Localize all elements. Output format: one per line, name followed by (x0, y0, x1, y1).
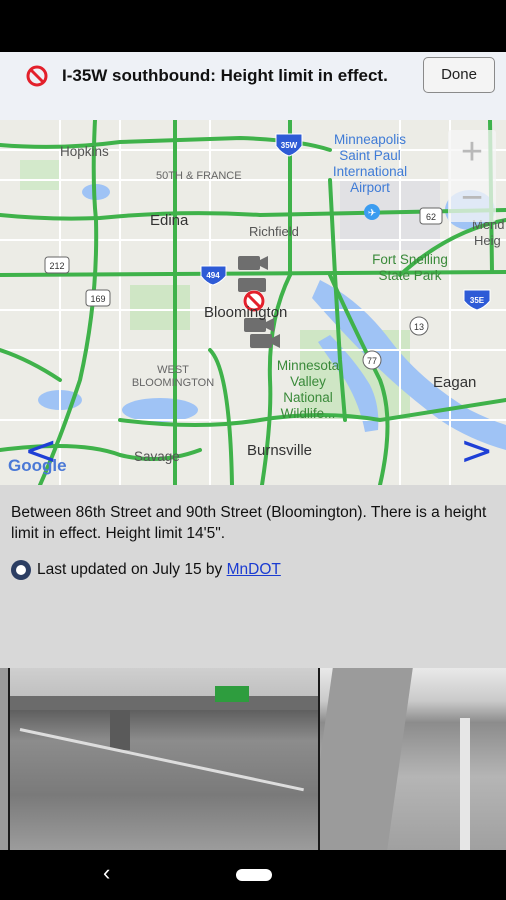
route-shield-169: 169 (85, 289, 111, 307)
svg-text:169: 169 (90, 294, 105, 304)
status-bar (0, 0, 506, 52)
route-shield-212: 212 (44, 256, 70, 274)
route-shield-13: 13 (409, 316, 429, 336)
map-label-west-bloomington: WEST BLOOMINGTON (131, 364, 215, 389)
lake (122, 398, 198, 422)
zoom-in-button[interactable]: + (448, 130, 496, 176)
map-label-eagan: Eagan (433, 374, 477, 391)
median-barrier (460, 718, 470, 850)
map-label-fort-snelling: Fort Snelling State Park (372, 252, 448, 283)
map-label-richfield: Richfield (249, 224, 299, 239)
zoom-out-button[interactable]: − (448, 176, 496, 222)
route-shield-77: 77 (362, 350, 382, 370)
no-entry-icon (26, 65, 48, 87)
svg-text:212: 212 (49, 261, 64, 271)
map-label-savage: Savage (134, 449, 180, 464)
back-nav-icon[interactable]: ‹ (103, 860, 110, 886)
last-updated-row: Last updated on July 15 by MnDOT (11, 558, 281, 582)
park-area (130, 285, 190, 330)
svg-text:494: 494 (206, 271, 220, 280)
alert-description: Between 86th Street and 90th Street (Blo… (11, 504, 487, 542)
previous-arrow-icon[interactable]: < (24, 428, 58, 474)
svg-text:77: 77 (367, 356, 377, 366)
park-area (20, 160, 60, 190)
mndot-link[interactable]: MnDOT (227, 561, 281, 578)
camera-image-partial[interactable] (0, 668, 8, 850)
map-label-hopkins: Hopkins (60, 144, 109, 159)
map-label-bloomington: Bloomington (204, 304, 288, 321)
map-label-minneapolis: Minneapolis Saint Paul International Air… (332, 132, 408, 195)
lane-line (19, 728, 304, 792)
airplane-icon: ✈ (368, 208, 376, 219)
camera-image-1[interactable] (10, 668, 318, 850)
traffic-map[interactable]: 35W 494 35E 212 169 62 13 77 ✈ Minneapol… (0, 120, 506, 485)
svg-text:35E: 35E (470, 296, 485, 305)
alert-title: I-35W southbound: Height limit in effect… (62, 66, 388, 85)
mndot-logo-icon (11, 559, 31, 580)
svg-text:35W: 35W (281, 141, 298, 150)
bridge-pillar (110, 710, 130, 750)
map-label-mn-valley: Minnesota Valley National Wildlife... (276, 358, 340, 421)
wall (320, 668, 413, 850)
zoom-controls: + − (448, 130, 496, 222)
overpass (10, 696, 318, 710)
svg-text:62: 62 (426, 212, 436, 222)
svg-text:13: 13 (414, 322, 424, 332)
route-shield-62: 62 (419, 207, 443, 225)
camera-image-2[interactable] (320, 668, 506, 850)
done-button[interactable]: Done (423, 57, 495, 93)
home-nav-pill[interactable] (236, 869, 272, 881)
map-label-heig: Heig (474, 233, 501, 248)
map-canvas: 35W 494 35E 212 169 62 13 77 ✈ (0, 120, 506, 485)
map-label-burnsville: Burnsville (247, 442, 313, 459)
map-label-50th-france: 50TH & FRANCE (156, 170, 242, 182)
map-label-edina: Edina (150, 212, 189, 229)
highway-sign (215, 686, 249, 702)
next-arrow-icon[interactable]: > (460, 428, 494, 474)
last-updated-text: Last updated on July 15 by (37, 561, 223, 578)
